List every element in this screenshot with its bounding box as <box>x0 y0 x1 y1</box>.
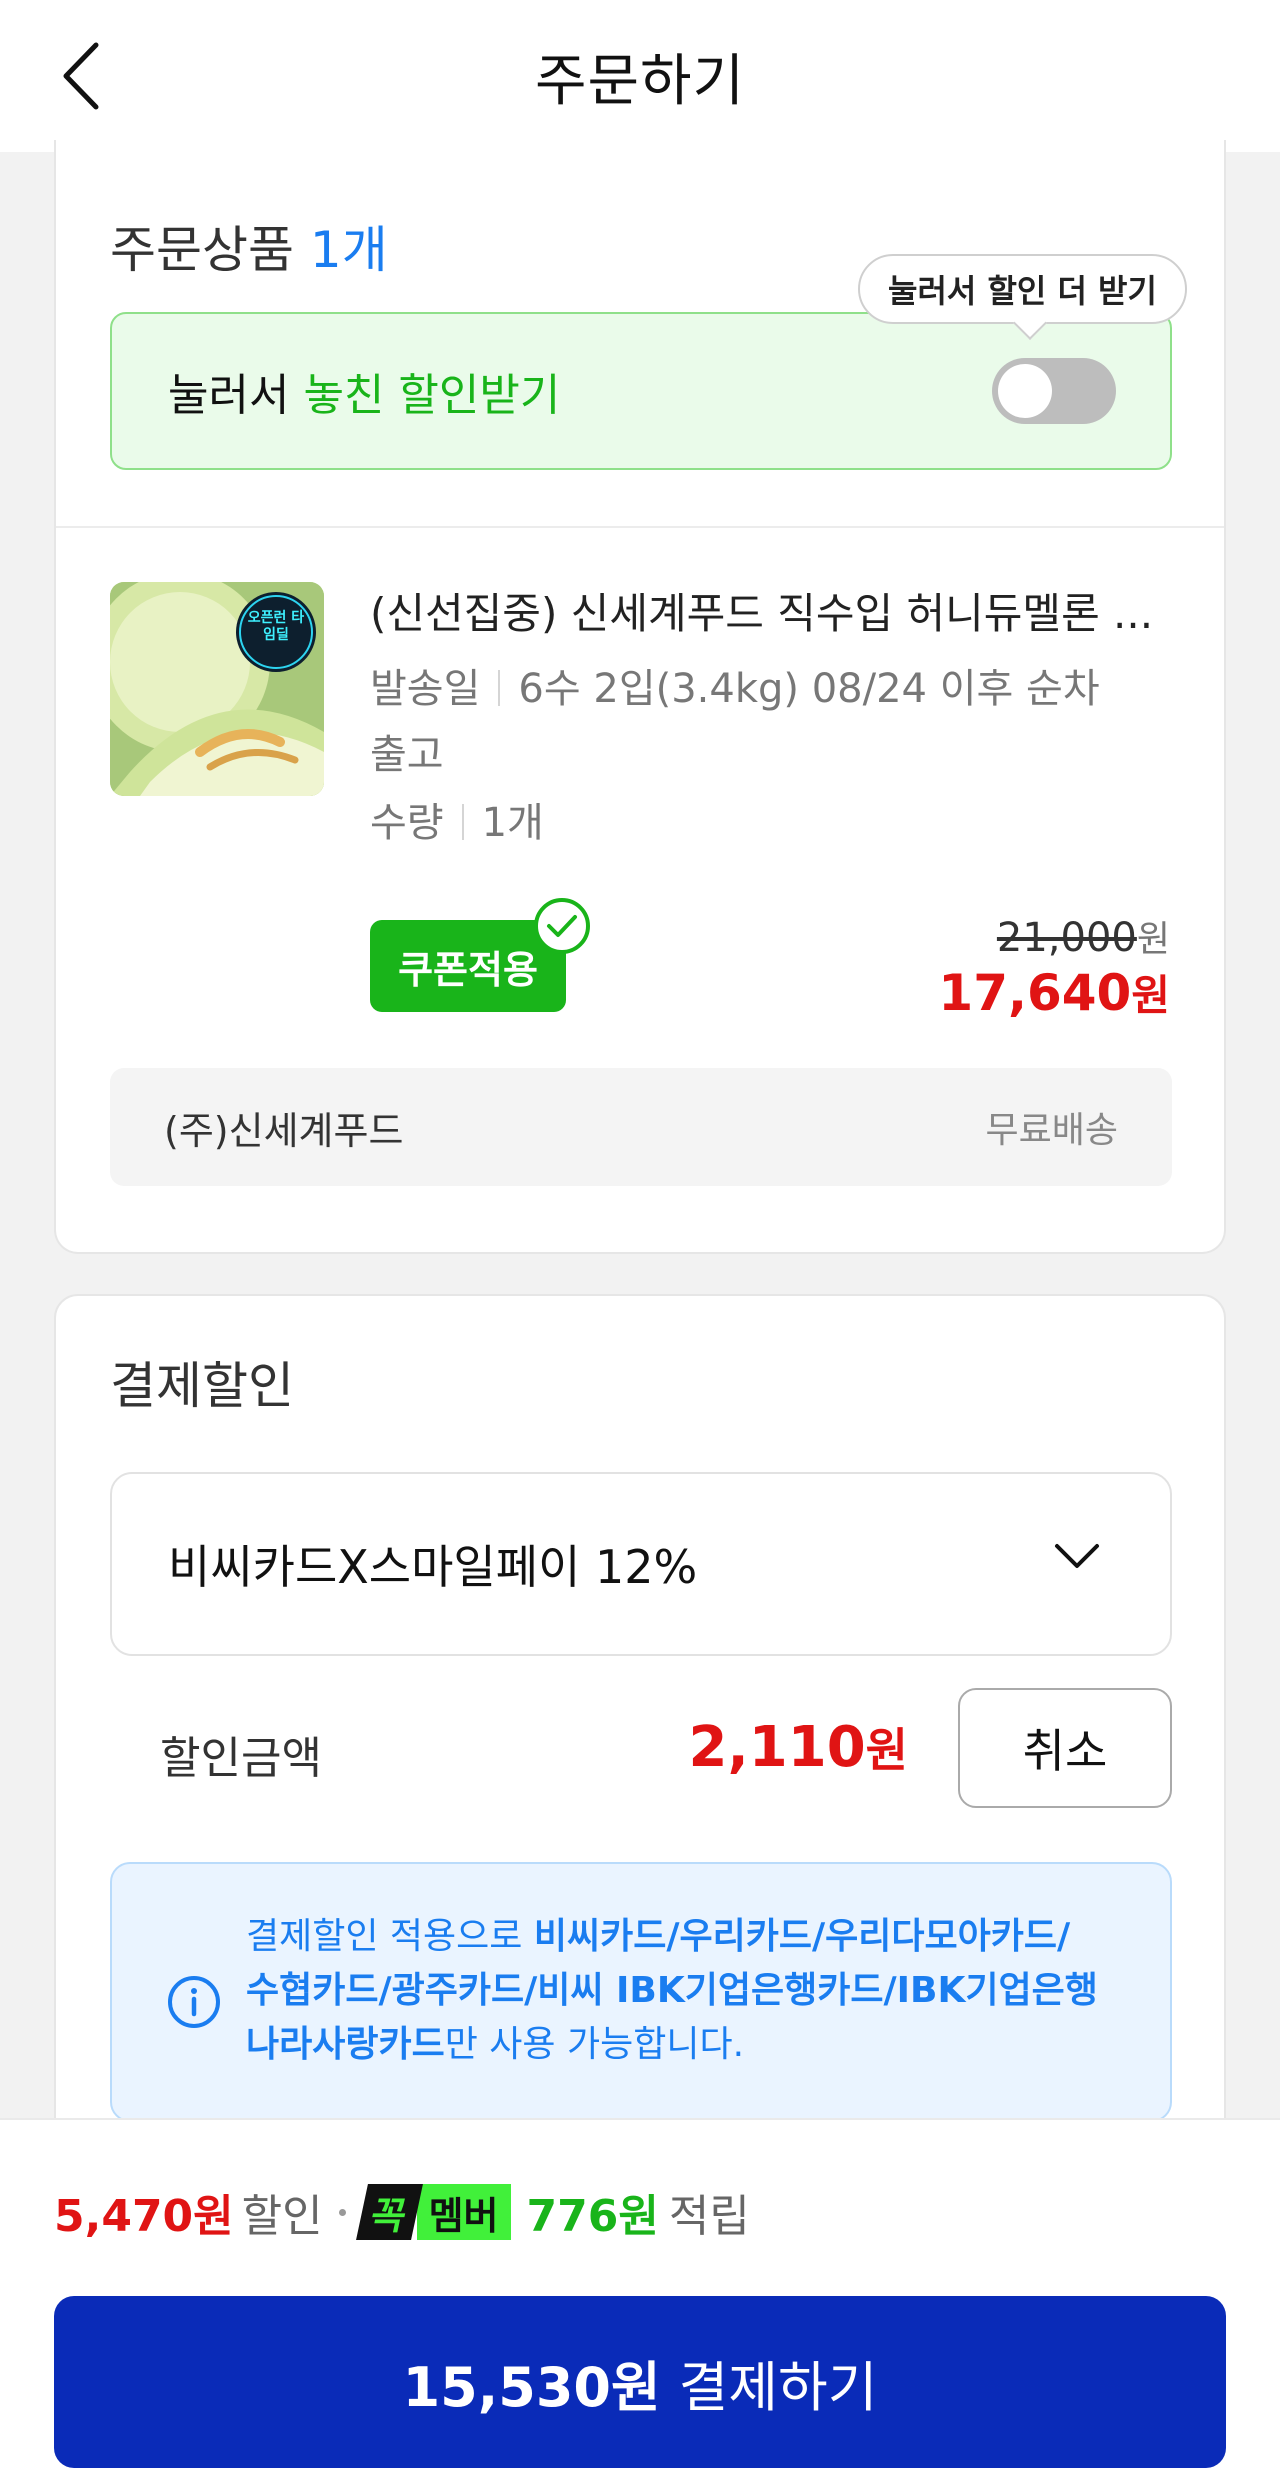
separator <box>461 804 464 840</box>
missed-discount-promo[interactable]: 눌러서 놓친 할인받기 <box>110 312 1172 470</box>
separator <box>498 670 501 706</box>
seller-row: (주)신세계푸드 무료배송 <box>110 1068 1172 1186</box>
promo-highlight: 놓친 할인받기 <box>303 370 561 421</box>
selected-card-text: 비씨카드X스마일페이 12% <box>168 1540 698 1594</box>
discount-toggle[interactable] <box>992 358 1116 424</box>
info-cards-line2: 수협카드/광주카드/비씨 IBK기업은행카드/IBK기업은행 <box>246 1970 1098 2011</box>
discount-amount-row: 할인금액 2,110원 취소 <box>110 1688 1172 1808</box>
discount-amount-unit: 원 <box>865 1723 908 1777</box>
info-prefix: 결제할인 적용으로 <box>246 1916 534 1957</box>
savings-summary: 5,470원 할인 꼭 멤버 776원 적립 <box>54 2180 750 2244</box>
discount-info-box: 결제할인 적용으로 비씨카드/우리카드/우리다모아카드/ 수협카드/광주카드/비… <box>110 1862 1172 2122</box>
final-price-value: 17,640 <box>938 964 1132 1022</box>
info-icon <box>168 1976 220 2028</box>
page-title: 주문하기 <box>534 48 746 114</box>
shipping-fee: 무료배송 <box>985 1110 1118 1151</box>
discount-amount-label: 할인금액 <box>160 1733 322 1784</box>
discount-info-text: 결제할인 적용으로 비씨카드/우리카드/우리다모아카드/ 수협카드/광주카드/비… <box>246 1910 1146 2072</box>
checkout-bar: 5,470원 할인 꼭 멤버 776원 적립 15,530원 결제하기 <box>0 2118 1280 2476</box>
ship-date-row-cont: 출고 <box>370 722 1174 788</box>
chevron-left-icon <box>63 42 99 110</box>
order-products-title: 주문상품 1개 <box>110 210 388 282</box>
reward-points-label: 적립 <box>668 2191 750 2242</box>
quantity-value: 1개 <box>481 800 544 846</box>
info-cards-line1: 비씨카드/우리카드/우리다모아카드/ <box>533 1916 1071 1957</box>
product-count: 1개 <box>309 221 388 279</box>
discount-amount: 2,110원 <box>689 1714 908 1780</box>
original-price-value: 21,000 <box>996 915 1137 961</box>
divider <box>56 526 1224 528</box>
promo-text: 눌러서 놓친 할인받기 <box>168 359 560 423</box>
product-thumbnail[interactable]: 오픈런 타임딜 <box>110 582 324 796</box>
promo-prefix: 눌러서 <box>168 370 290 421</box>
cancel-discount-button[interactable]: 취소 <box>958 1688 1172 1808</box>
member-badge: 꼭 멤버 <box>355 2184 511 2240</box>
toggle-knob <box>998 364 1052 418</box>
product-name[interactable]: (신선집중) 신세계푸드 직수입 허니듀멜론 ... <box>370 580 1174 641</box>
timedeal-badge-text: 오픈런 타임딜 <box>247 610 305 643</box>
pay-button[interactable]: 15,530원 결제하기 <box>54 2296 1226 2468</box>
discount-card-select[interactable]: 비씨카드X스마일페이 12% <box>110 1472 1172 1656</box>
original-price: 21,000원 <box>997 910 1170 962</box>
ship-date-value-cont: 출고 <box>370 732 444 778</box>
member-badge-mark: 꼭 <box>355 2184 423 2240</box>
top-app-bar: 주문하기 <box>0 0 1280 152</box>
ship-date-label: 발송일 <box>370 666 481 712</box>
dot-separator <box>338 2208 346 2216</box>
original-price-unit: 원 <box>1136 919 1170 960</box>
payment-discount-title: 결제할인 <box>110 1357 294 1415</box>
discount-amount-value: 2,110 <box>688 1715 866 1780</box>
pay-amount: 15,530원 <box>402 2355 661 2419</box>
total-discount-label: 할인 <box>241 2191 323 2242</box>
ship-date-value: 6수 2입(3.4kg) 08/24 이후 순차 <box>518 666 1100 712</box>
info-cards-line3: 나라사랑카드 <box>246 2024 445 2065</box>
order-products-card: 주문상품 1개 눌러서 놓친 할인받기 눌러서 할인 더 받기 오픈런 타임딜 … <box>54 140 1226 1254</box>
pay-label: 결제하기 <box>678 2355 878 2419</box>
final-price: 17,640원 <box>938 962 1170 1023</box>
quantity-label: 수량 <box>370 800 444 846</box>
quantity-row: 수량 1개 <box>370 790 1174 856</box>
final-price-unit: 원 <box>1131 971 1170 1020</box>
reward-points: 776원 <box>526 2191 659 2242</box>
check-icon <box>534 898 590 954</box>
ship-date-row: 발송일 6수 2입(3.4kg) 08/24 이후 순차 <box>370 656 1174 722</box>
chevron-down-icon <box>1055 1544 1099 1568</box>
back-button[interactable] <box>52 36 112 116</box>
section-title-text: 주문상품 <box>110 221 294 279</box>
total-discount: 5,470원 <box>54 2191 234 2242</box>
info-suffix: 만 사용 가능합니다. <box>444 2024 745 2065</box>
seller-name: (주)신세계푸드 <box>164 1108 404 1153</box>
member-badge-label: 멤버 <box>416 2184 511 2240</box>
discount-tooltip: 눌러서 할인 더 받기 <box>858 254 1187 324</box>
